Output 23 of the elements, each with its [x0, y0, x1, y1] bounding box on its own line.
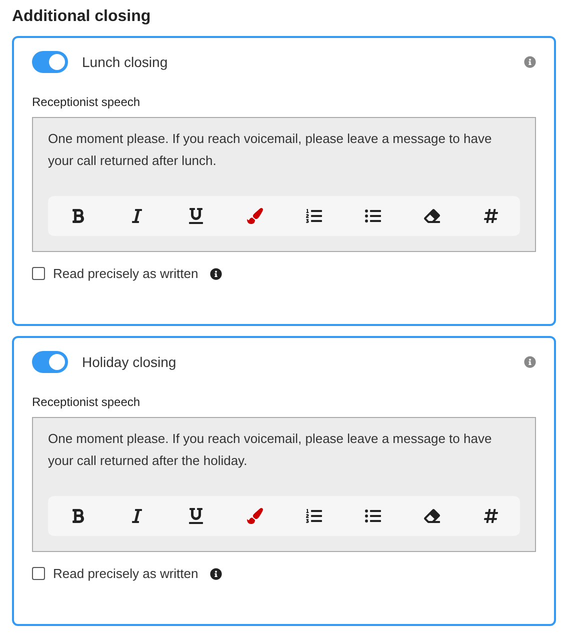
numbered-list-icon[interactable] — [304, 206, 324, 226]
checkbox[interactable] — [32, 567, 45, 580]
toggle-label: Lunch closing — [82, 54, 169, 70]
info-icon[interactable] — [210, 568, 222, 580]
toggle-label: Holiday closing — [82, 354, 178, 370]
field-label: Receptionist speech — [32, 95, 142, 109]
numbered-list-icon[interactable] — [304, 506, 324, 526]
field-label: Receptionist speech — [32, 395, 142, 409]
checkbox[interactable] — [32, 267, 45, 280]
checkbox-label: Read precisely as written — [53, 266, 198, 281]
text-area[interactable]: One moment please. If you reach voicemail, please leave a message to have your call returned after the holiday. — [32, 417, 536, 552]
checkbox-label: Read precisely as written — [53, 566, 198, 581]
toggle-switch[interactable] — [32, 51, 68, 73]
info-icon[interactable] — [210, 268, 222, 280]
speech-text: One moment please. If you reach voicemail, please leave a message to have your call returned after the holiday. — [48, 430, 493, 470]
toggle-switch[interactable] — [32, 351, 68, 373]
speech-text: One moment please. If you reach voicemail, please leave a message to have your call returned after lunch. — [48, 130, 493, 170]
text-area[interactable]: One moment please. If you reach voicemail, please leave a message to have your call returned after lunch. — [32, 117, 536, 252]
eraser-icon[interactable] — [422, 206, 442, 226]
eraser-icon[interactable] — [422, 506, 442, 526]
paintbrush-icon[interactable] — [244, 206, 264, 226]
section-title: Additional closing — [12, 8, 152, 26]
paintbrush-icon[interactable] — [244, 506, 264, 526]
